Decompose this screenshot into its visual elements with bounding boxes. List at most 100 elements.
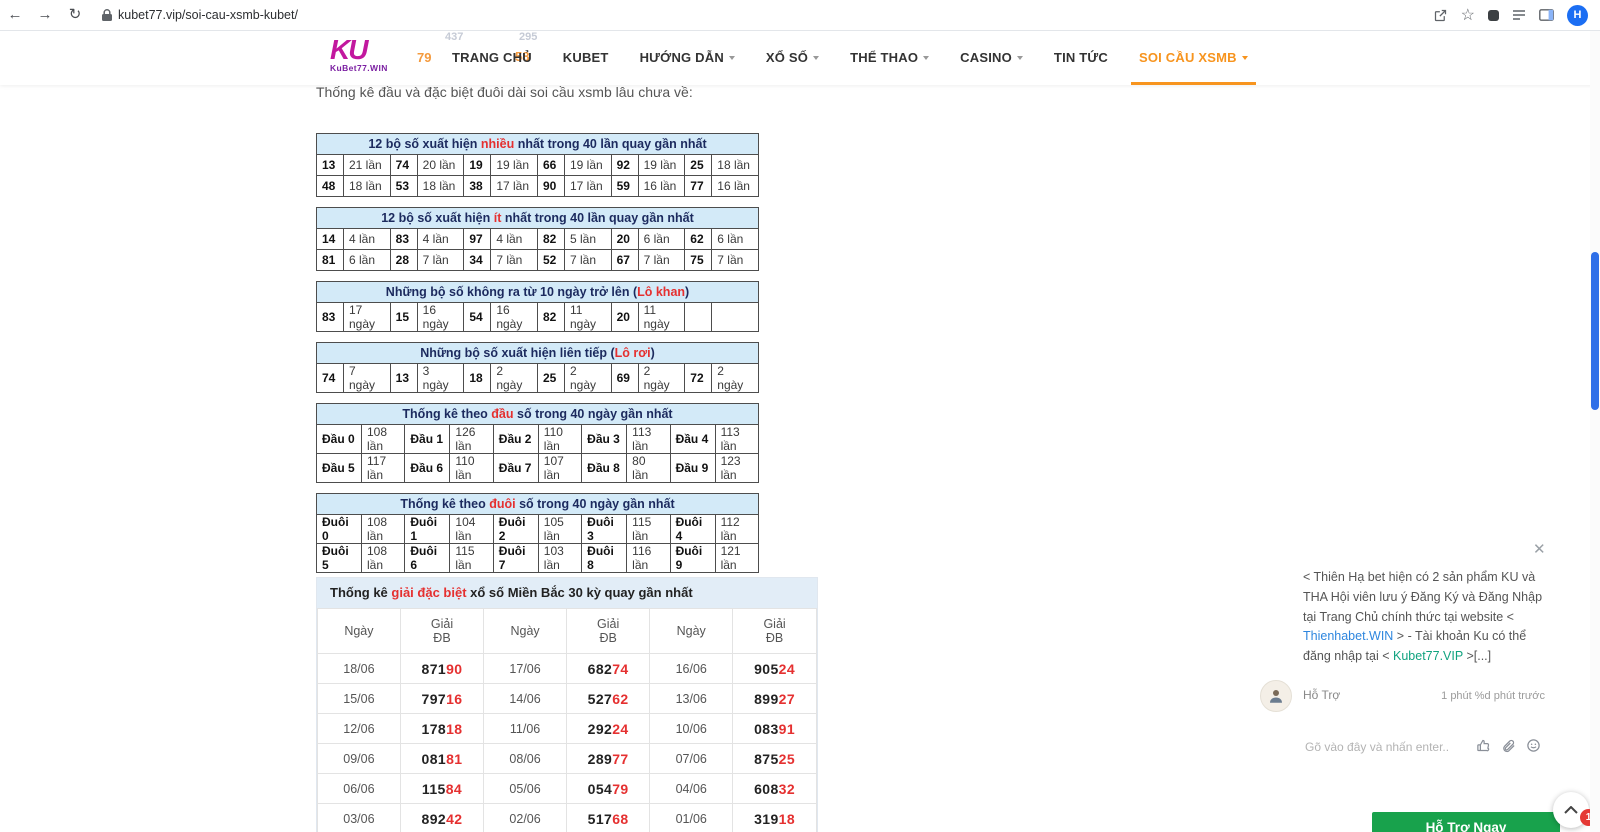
lock-icon bbox=[102, 9, 112, 21]
bookmark-star-icon[interactable]: ☆ bbox=[1461, 5, 1475, 25]
chat-agent-label: Hỗ Trợ bbox=[1303, 688, 1341, 702]
title-text: 12 bộ số xuất hiện bbox=[368, 137, 481, 151]
special-date-cell: 11/06 bbox=[483, 713, 567, 744]
special-date-cell: 13/06 bbox=[649, 683, 734, 714]
nav-item-xổ-số[interactable]: XỔ SỐ bbox=[766, 30, 820, 85]
chat-message-link[interactable]: Kubet77.VIP bbox=[1393, 649, 1463, 663]
stat-cell-count: 18 lần bbox=[416, 175, 465, 197]
stat-cell-number: 13 bbox=[316, 154, 344, 176]
special-value-red: 68 bbox=[612, 810, 629, 827]
special-table-body: 18/06 87190 17/06 68274 16/06 90524 15/06 79716… bbox=[317, 653, 817, 832]
special-date-cell: 06/06 bbox=[317, 773, 401, 804]
stat-cell-count: 123 lần bbox=[714, 453, 760, 483]
stat-cell-number: 77 bbox=[684, 175, 713, 197]
stat-cell-count: 112 lần bbox=[714, 514, 760, 544]
nav-item-thể-thao[interactable]: THỂ THAO bbox=[850, 30, 930, 85]
stat-cell-count: 4 lần bbox=[343, 228, 391, 250]
title-text: Thống kê theo bbox=[400, 497, 490, 511]
chat-close-icon[interactable]: ✕ bbox=[1533, 540, 1546, 558]
stat-cell-number: 72 bbox=[684, 363, 713, 393]
stat-cell-count: 117 lần bbox=[360, 453, 406, 483]
stat-cell-count: 19 lần bbox=[490, 154, 538, 176]
nav-item-kubet[interactable]: KUBET bbox=[563, 30, 609, 85]
nav-item-soi-cầu-xsmb[interactable]: SOI CẦU XSMB bbox=[1131, 30, 1256, 85]
special-value-red: 18 bbox=[446, 720, 463, 737]
nav-item-trang-chủ[interactable]: TRANG CHỦ bbox=[452, 30, 532, 85]
stat-cell-count: 7 lần bbox=[416, 249, 465, 271]
special-column-header: Giải ĐB bbox=[565, 608, 651, 654]
stat-cell-count: 2 ngày bbox=[563, 363, 612, 393]
stat-cell-number: 34 bbox=[463, 249, 492, 271]
stat-cell-count: 17 lần bbox=[563, 175, 612, 197]
special-value-black: 081 bbox=[421, 750, 447, 767]
nav-item-hướng-dẫn[interactable]: HƯỚNG DẪN bbox=[640, 30, 735, 85]
stat-cell-count: 20 lần bbox=[416, 154, 465, 176]
stat-cell-count: 18 lần bbox=[711, 154, 759, 176]
title-text: nhất trong 40 lần quay gần nhất bbox=[514, 137, 707, 151]
nav-item-tin-tức[interactable]: TIN TỨC bbox=[1054, 30, 1108, 85]
chevron-down-icon bbox=[813, 55, 820, 60]
site-logo[interactable]: KU KuBet77.WIN bbox=[330, 35, 388, 74]
stat-table-title: 12 bộ số xuất hiện ít nhất trong 40 lần … bbox=[316, 207, 759, 229]
stat-cell-number: Đuôi 8 bbox=[581, 543, 628, 573]
stat-table-roi: Những bộ số xuất hiện liên tiếp (Lô rơi)… bbox=[316, 342, 759, 393]
scrollbar-track[interactable] bbox=[1590, 30, 1600, 832]
stat-cell-count: 107 lần bbox=[537, 453, 583, 483]
address-bar[interactable]: kubet77.vip/soi-cau-xsmb-kubet/ bbox=[94, 8, 298, 22]
special-value-red: 74 bbox=[612, 660, 629, 677]
nav-item-label: CASINO bbox=[960, 50, 1012, 65]
title-highlight: đuôi bbox=[489, 497, 516, 511]
reading-list-icon[interactable] bbox=[1512, 9, 1526, 21]
profile-avatar[interactable]: H bbox=[1567, 4, 1588, 26]
back-icon[interactable]: ← bbox=[0, 0, 30, 30]
share-icon[interactable] bbox=[1433, 8, 1448, 23]
url-text[interactable]: kubet77.vip/soi-cau-xsmb-kubet/ bbox=[118, 8, 298, 22]
stat-cell-count: 17 ngày bbox=[343, 302, 391, 332]
stat-cell-count: 6 lần bbox=[343, 249, 391, 271]
stat-cell-number: 74 bbox=[316, 363, 344, 393]
stat-cell-number: Đuôi 2 bbox=[492, 514, 539, 544]
chat-input[interactable] bbox=[1303, 736, 1475, 758]
site-header: 437 295 79 58 KU KuBet77.WIN TRANG CHỦ KUBET… bbox=[0, 30, 1600, 85]
title-text: số trong 40 ngày gần nhất bbox=[515, 497, 675, 511]
special-value-black: 899 bbox=[754, 690, 779, 707]
special-value-cell: 28977 bbox=[565, 743, 651, 774]
attachment-icon[interactable] bbox=[1501, 738, 1516, 753]
side-panel-icon[interactable] bbox=[1539, 9, 1554, 21]
stat-cell-number: 25 bbox=[684, 154, 713, 176]
title-text: xổ số Miền Bắc 30 kỳ quay gần nhất bbox=[466, 585, 693, 600]
stat-cell-count: 7 ngày bbox=[343, 363, 391, 393]
special-value-black: 682 bbox=[587, 660, 613, 677]
special-value-black: 178 bbox=[421, 720, 447, 737]
special-value-red: 25 bbox=[778, 750, 796, 767]
stat-table-title: 12 bộ số xuất hiện nhiều nhất trong 40 l… bbox=[316, 133, 759, 155]
stat-cell-number bbox=[684, 302, 713, 332]
refresh-icon[interactable]: ↻ bbox=[60, 0, 90, 30]
scrollbar-thumb[interactable] bbox=[1591, 252, 1599, 410]
emoji-icon[interactable] bbox=[1526, 738, 1541, 753]
chat-message: < Thiên Hạ bet hiện có 2 sản phẩm KU và … bbox=[1303, 568, 1553, 667]
stat-cell-count: 108 lần bbox=[360, 514, 406, 544]
stat-cell-count: 110 lần bbox=[449, 453, 494, 483]
special-table-row: 12/06 17818 11/06 29224 10/06 08391 bbox=[317, 713, 817, 744]
stat-cell-count: 11 ngày bbox=[563, 302, 612, 332]
stat-cell-number: 82 bbox=[536, 302, 565, 332]
stat-cell-count: 18 lần bbox=[343, 175, 391, 197]
title-text: số trong 40 ngày gần nhất bbox=[513, 407, 673, 421]
stat-table-most: 12 bộ số xuất hiện nhiều nhất trong 40 l… bbox=[316, 133, 759, 197]
support-now-button[interactable]: Hỗ Trợ Ngay bbox=[1372, 812, 1560, 832]
stat-cell-number: 14 bbox=[316, 228, 344, 250]
stat-cell-number: Đầu 7 bbox=[492, 453, 539, 483]
stat-cell-count: 126 lần bbox=[449, 424, 494, 454]
forward-icon[interactable]: → bbox=[30, 0, 60, 30]
chat-message-link[interactable]: Thienhabet.WIN bbox=[1303, 629, 1393, 643]
stat-cell-count: 103 lần bbox=[537, 543, 583, 573]
nav-item-casino[interactable]: CASINO bbox=[960, 30, 1023, 85]
stat-cell-count: 7 lần bbox=[490, 249, 538, 271]
extension-icon[interactable] bbox=[1488, 9, 1499, 21]
stat-table-row: 81 6 lần 28 7 lần 34 7 lần 52 7 lần 67 7 lần 75 7 l… bbox=[316, 249, 759, 271]
thumbs-up-icon[interactable] bbox=[1476, 738, 1491, 753]
chevron-down-icon bbox=[923, 55, 930, 60]
special-value-cell: 89242 bbox=[399, 803, 485, 832]
stat-cell-count: 121 lần bbox=[714, 543, 760, 573]
